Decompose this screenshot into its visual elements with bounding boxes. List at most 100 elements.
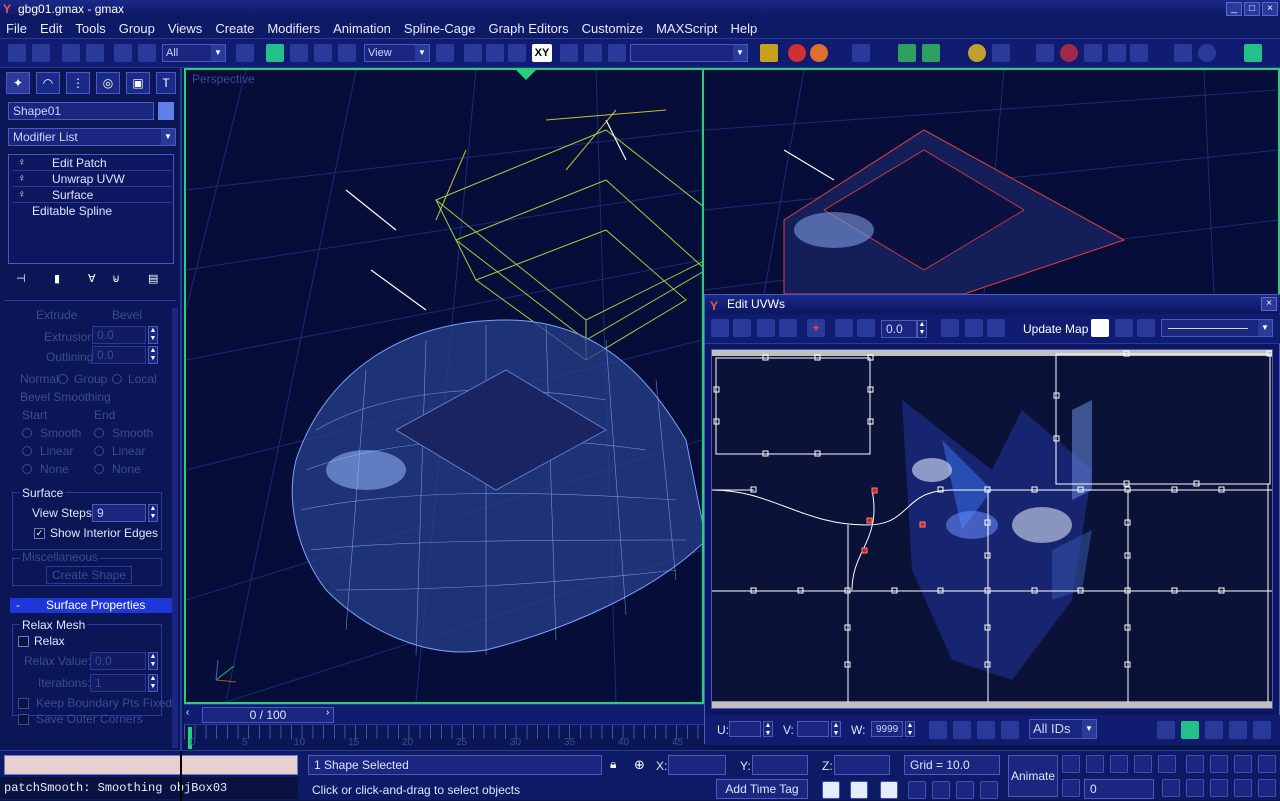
pin-stack-icon[interactable]: ⊣: [16, 272, 34, 288]
iterations-input[interactable]: 1: [90, 674, 146, 692]
uvw-move-icon[interactable]: [711, 319, 729, 337]
outlining-input[interactable]: 0.0: [92, 346, 146, 364]
view-steps-input[interactable]: 9: [92, 504, 146, 522]
snap-toggle-icon[interactable]: [908, 781, 926, 799]
edit-uvws-title-bar[interactable]: Y Edit UVWs ×: [705, 295, 1280, 313]
command-panel-scrollbar[interactable]: [172, 308, 178, 748]
ik-icon[interactable]: [1130, 44, 1148, 62]
squash-icon[interactable]: [338, 44, 356, 62]
u-input[interactable]: [729, 721, 761, 737]
end-smooth-radio[interactable]: [94, 428, 104, 438]
grid-icon[interactable]: [922, 44, 940, 62]
uvw-pen-icon[interactable]: [835, 319, 853, 337]
uvw-detach-icon[interactable]: [965, 319, 983, 337]
light-icon[interactable]: [968, 44, 986, 62]
uvw-map-dropdown[interactable]: ▼: [1161, 319, 1273, 337]
time-slider-thumb[interactable]: 0 / 100: [202, 707, 334, 723]
close-button[interactable]: ×: [1262, 2, 1278, 16]
degradation-icon[interactable]: [880, 781, 898, 799]
undo-icon[interactable]: [8, 44, 26, 62]
animate-button[interactable]: Animate: [1008, 755, 1058, 797]
axis-x-icon[interactable]: [464, 44, 482, 62]
shield-icon[interactable]: [1036, 44, 1054, 62]
snap-icon[interactable]: [760, 44, 778, 62]
uvw-break-icon[interactable]: [941, 319, 959, 337]
uvw-flip-icon[interactable]: [987, 319, 1005, 337]
save-outer-checkbox[interactable]: [18, 714, 29, 725]
menu-edit[interactable]: Edit: [40, 21, 62, 36]
rotate-view-icon[interactable]: [1198, 44, 1216, 62]
uvw-add-icon[interactable]: +: [807, 319, 825, 337]
field-of-view-icon[interactable]: [1186, 779, 1204, 797]
menu-group[interactable]: Group: [119, 21, 155, 36]
object-name-field[interactable]: Shape01: [8, 102, 154, 120]
selection-filter-dropdown[interactable]: All ▼: [162, 44, 226, 62]
angle-snap-icon[interactable]: [932, 781, 950, 799]
menu-customize[interactable]: Customize: [582, 21, 643, 36]
selection-lock-icon[interactable]: [850, 781, 868, 799]
link-chain-icon[interactable]: [1084, 44, 1102, 62]
arc-rotate-icon[interactable]: [1234, 779, 1252, 797]
surface-properties-rollout[interactable]: - Surface Properties: [10, 598, 172, 613]
percent-snap-icon[interactable]: [956, 781, 974, 799]
z-coordinate-field[interactable]: [834, 755, 890, 775]
modifier-list-dropdown[interactable]: Modifier List ▼: [8, 128, 176, 146]
show-end-result-icon[interactable]: ▮: [54, 272, 72, 288]
add-time-tag-button[interactable]: Add Time Tag: [716, 779, 808, 799]
uvw-close-button[interactable]: ×: [1261, 297, 1277, 311]
reference-coord-dropdown[interactable]: View ▼: [364, 44, 430, 62]
hierarchy-tab-icon[interactable]: ⋮: [66, 72, 90, 94]
remove-modifier-icon[interactable]: ⊌: [112, 272, 130, 288]
zoom-extents-all-icon[interactable]: [1234, 755, 1252, 773]
object-color-swatch[interactable]: [158, 102, 174, 120]
start-linear-radio[interactable]: [22, 446, 32, 456]
maximize-button[interactable]: □: [1244, 2, 1260, 16]
select-arrow-icon[interactable]: [114, 44, 132, 62]
maximize-viewport-icon[interactable]: [1258, 779, 1276, 797]
local-radio[interactable]: [112, 374, 122, 384]
create-tab-icon[interactable]: ✦: [6, 72, 30, 94]
uvw-threshold-spinner[interactable]: ▲ ▼: [917, 320, 927, 338]
prev-frame-icon[interactable]: ‹: [186, 707, 189, 718]
relax-value-input[interactable]: 0.0: [90, 652, 146, 670]
minimize-button[interactable]: _: [1226, 2, 1242, 16]
menu-create[interactable]: Create: [215, 21, 254, 36]
zoom-viewport-icon[interactable]: [1186, 755, 1204, 773]
menu-tools[interactable]: Tools: [75, 21, 105, 36]
maxscript-listener-input[interactable]: [4, 755, 298, 775]
spinner-snap-icon[interactable]: [980, 781, 998, 799]
unlink-icon[interactable]: [86, 44, 104, 62]
axis-xy-button[interactable]: XY: [532, 44, 552, 62]
x-coordinate-field[interactable]: [668, 755, 726, 775]
menu-maxscript[interactable]: MAXScript: [656, 21, 717, 36]
axis-z-icon[interactable]: [508, 44, 526, 62]
configure-sets-icon[interactable]: ▤: [148, 272, 166, 288]
perspective-viewport[interactable]: Perspective: [184, 68, 704, 704]
viewport-background[interactable]: [704, 68, 1280, 294]
uvw-mirror-icon[interactable]: [779, 319, 797, 337]
stack-item-edit-patch[interactable]: ♀ Edit Patch: [12, 156, 172, 171]
current-frame-field[interactable]: 0: [1084, 779, 1154, 799]
y-coordinate-field[interactable]: [752, 755, 808, 775]
motion-tab-icon[interactable]: ◎: [96, 72, 120, 94]
key-mode-icon[interactable]: [1062, 779, 1080, 797]
align-icon[interactable]: [608, 44, 626, 62]
utilities-tab-icon[interactable]: T: [156, 72, 176, 94]
record-icon[interactable]: [1060, 44, 1078, 62]
move-icon[interactable]: [266, 44, 284, 62]
uvw-weld-icon[interactable]: [857, 319, 875, 337]
uvw-checker-icon[interactable]: [1091, 319, 1109, 337]
zoom-selected-icon[interactable]: [1253, 721, 1271, 739]
uvw-rotate-icon[interactable]: [733, 319, 751, 337]
next-frame-icon[interactable]: ›: [326, 707, 329, 718]
select-by-name-icon[interactable]: [236, 44, 254, 62]
axis-y-icon[interactable]: [486, 44, 504, 62]
ids-dropdown[interactable]: All IDs ▼: [1029, 719, 1097, 739]
relax-checkbox[interactable]: [18, 636, 29, 647]
expert-mode-icon[interactable]: [1244, 44, 1262, 62]
mirror-icon[interactable]: [560, 44, 578, 62]
uvw-hide-icon[interactable]: [953, 721, 971, 739]
zoom-icon[interactable]: [1181, 721, 1199, 739]
end-none-radio[interactable]: [94, 464, 104, 474]
stack-item-surface[interactable]: ♀ Surface: [12, 188, 172, 203]
